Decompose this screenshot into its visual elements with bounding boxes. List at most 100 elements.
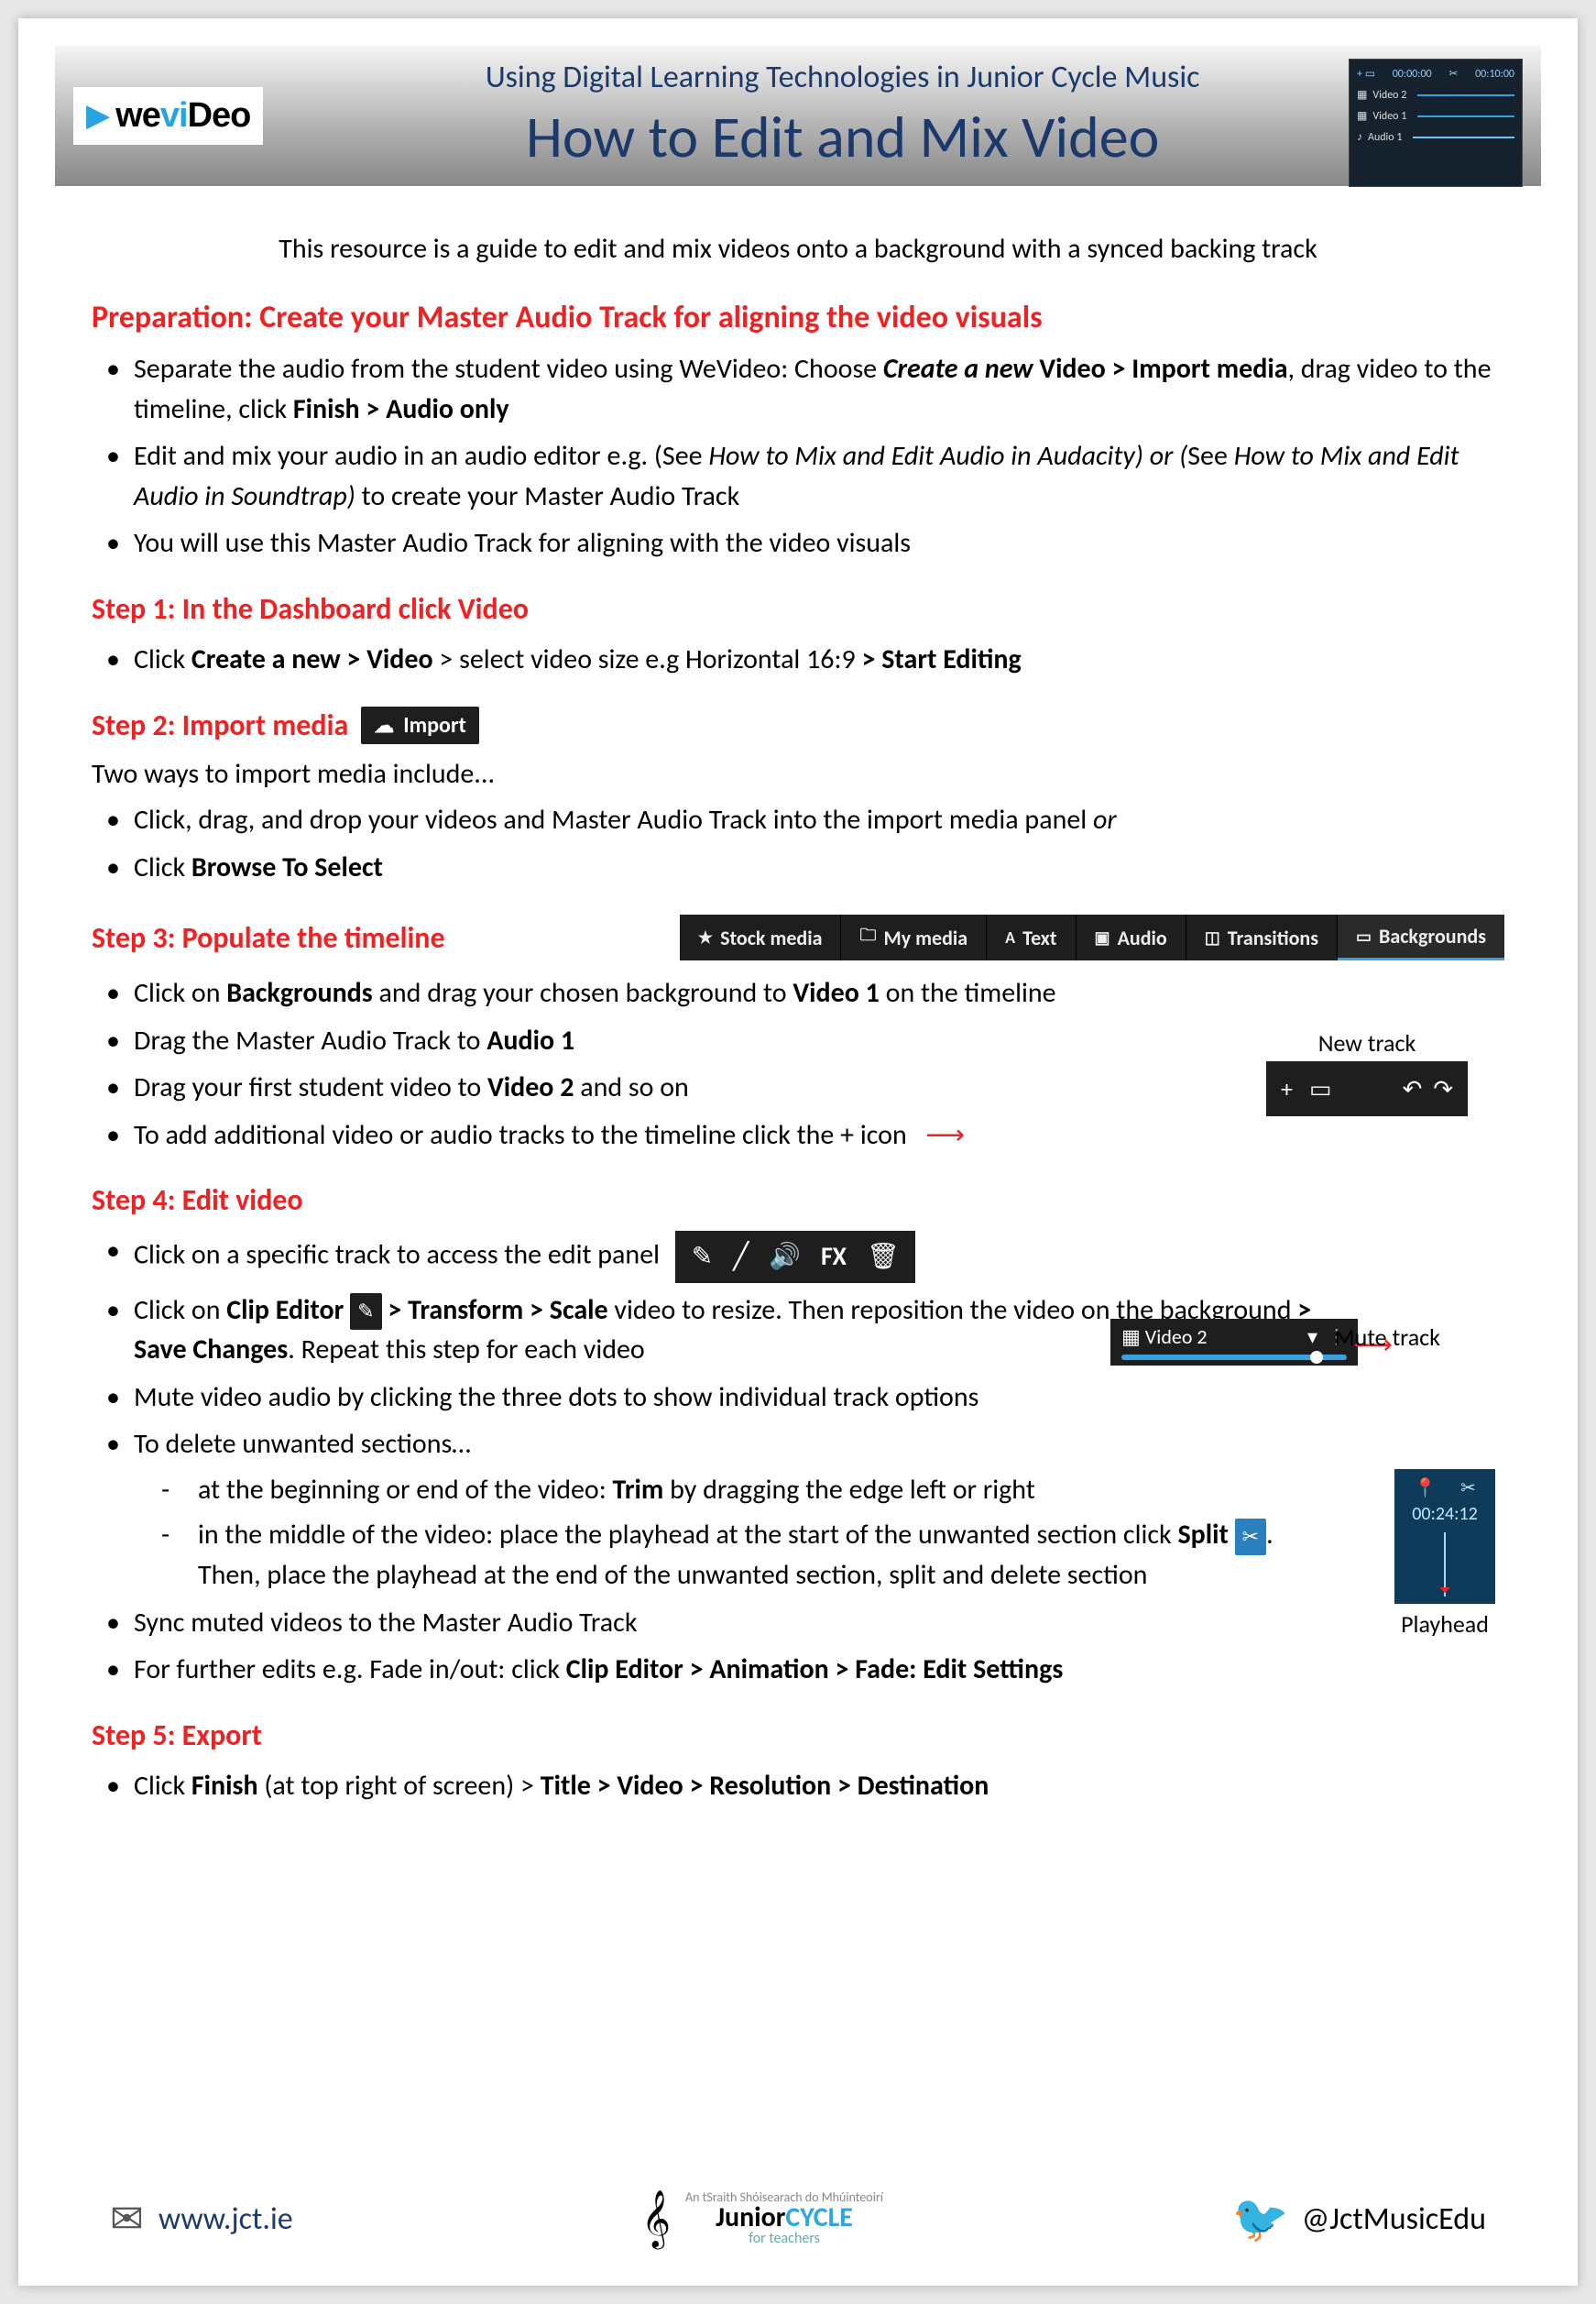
list-item: For further edits e.g. Fade in/out: clic… [134,1650,1319,1690]
prep-list: Separate the audio from the student vide… [92,349,1504,564]
list-item: Click Browse To Select [134,848,1504,888]
logo-we: we [115,96,160,135]
twitter-handle[interactable]: @JctMusicEdu [1302,2200,1486,2238]
media-tabs: ★Stock media 🗀My media AText ▣Audio ◫Tra… [680,915,1504,960]
tab-my-media[interactable]: 🗀My media [841,915,987,960]
clip-editor-icon-button[interactable]: ✎ [350,1293,381,1330]
content: This resource is a guide to edit and mix… [55,186,1541,1831]
list-item: You will use this Master Audio Track for… [134,523,1504,564]
playhead-callout: 📍 ✂ 00:24:12 Playhead [1394,1469,1495,1639]
trash-icon[interactable]: 🗑 [867,1238,900,1276]
section-heading-preparation: Preparation: Create your Master Audio Tr… [92,299,1504,336]
tab-stock-media[interactable]: ★Stock media [680,915,842,960]
cut-icon[interactable]: ╱ [733,1238,749,1276]
edit-panel-toolbar: ✎ ╱ 🔊 FX 🗑 [675,1231,916,1283]
treble-clef-icon: 𝄞 [641,2189,671,2249]
intro-text: This resource is a guide to edit and mix… [92,232,1504,266]
section-heading-step2: Step 2: Import media ☁ Import [92,707,1504,744]
transitions-icon: ◫ [1205,927,1220,948]
track-layout-icon[interactable]: ▭ [1309,1074,1332,1103]
track-icon: ▦ [1121,1324,1141,1349]
list-item: Click on a specific track to access the … [134,1231,1319,1283]
logo-deo: Deo [188,96,251,135]
timecode-right: 00:10:00 [1475,68,1514,81]
list-item: Click Create a new > Video > select vide… [134,640,1504,680]
jc-sub: for teachers [749,2232,820,2246]
playhead-line [1444,1532,1446,1596]
footer-jc-logo: 𝄞 An tSraith Shóisearach do Mhúinteoirí … [641,2189,883,2249]
step1-list: Click Create a new > Video > select vide… [92,640,1504,680]
website-link[interactable]: www.jct.ie [159,2200,293,2238]
add-track-button[interactable]: + [1281,1074,1293,1103]
list-item: To add additional video or audio tracks … [134,1115,1191,1156]
section-heading-step3: Step 3: Populate the timeline ★Stock med… [92,915,1504,960]
section-heading-step1: Step 1: In the Dashboard click Video [92,591,1504,627]
import-button[interactable]: ☁ Import [361,707,479,744]
list-item: Drag the Master Audio Track to Audio 1 [134,1021,1191,1061]
backgrounds-icon: ▭ [1356,927,1372,947]
scissors-icon: ✂ [1460,1476,1476,1499]
mute-track-label: Mute track [1334,1324,1440,1351]
footer-website: ✉ www.jct.ie [110,2194,293,2244]
fx-icon[interactable]: FX [821,1238,847,1276]
scissors-icon: ✂ [1448,67,1458,81]
section-heading-step4: Step 4: Edit video [92,1182,1504,1218]
new-track-label: New track [1318,1028,1416,1058]
undo-button[interactable]: ↶ [1403,1074,1423,1103]
new-track-callout: New track + ▭ ↶ ↷ [1266,1028,1468,1116]
header-banner: ▶ weviDeo Using Digital Learning Technol… [55,46,1541,186]
step3-heading-text: Step 3: Populate the timeline [92,920,445,956]
tab-text[interactable]: AText [987,915,1076,960]
thumb-track: ▦ Video 2 [1357,88,1514,102]
list-item: Drag your first student video to Video 2… [134,1068,1191,1108]
banner-titles: Using Digital Learning Technologies in J… [290,59,1523,173]
tab-audio[interactable]: ▣Audio [1077,915,1186,960]
section-heading-step5: Step 5: Export [92,1717,1504,1753]
list-item: in the middle of the video: place the pl… [198,1515,1319,1595]
tab-backgrounds[interactable]: ▭Backgrounds [1338,915,1504,960]
step2-note: Two ways to import media include... [92,757,1504,791]
playhead-label: Playhead [1401,1609,1489,1639]
redo-button[interactable]: ↷ [1433,1074,1453,1103]
footer-twitter: 🐦 @JctMusicEdu [1231,2191,1486,2247]
page: ▶ weviDeo Using Digital Learning Technol… [18,18,1578,2286]
list-item: Edit and mix your audio in an audio edit… [134,436,1504,516]
arrow-icon: ⟶ [925,1118,965,1152]
thumb-track: ▦ Video 1 [1357,109,1514,123]
list-item: Sync muted videos to the Master Audio Tr… [134,1603,1319,1643]
playhead-box: 📍 ✂ 00:24:12 [1394,1469,1495,1604]
wevideo-logo: ▶ weviDeo [73,87,263,145]
mail-icon: ✉ [110,2194,144,2244]
tab-transitions[interactable]: ◫Transitions [1186,915,1338,960]
volume-icon[interactable]: 🔊 [769,1238,801,1276]
new-track-toolbar: + ▭ ↶ ↷ [1266,1061,1468,1116]
play-icon: ▶ [86,97,110,135]
plus-icon: + ▭ [1357,67,1375,81]
twitter-icon: 🐦 [1231,2191,1288,2247]
volume-slider[interactable] [1121,1355,1347,1360]
step2-heading-text: Step 2: Import media [92,708,348,743]
logo-text: weviDeo [115,96,250,136]
list-item: at the beginning or end of the video: Tr… [198,1470,1319,1510]
clip-editor-icon[interactable]: ✎ [692,1238,713,1276]
folder-icon: 🗀 [859,924,876,951]
step5-list: Click Finish (at top right of screen) > … [92,1766,1504,1806]
step2-list: Click, drag, and drop your videos and Ma… [92,800,1504,887]
track-name: Video 2 [1145,1324,1208,1349]
cloud-upload-icon: ☁ [374,713,394,738]
playhead-timecode: 00:24:12 [1402,1503,1488,1525]
import-label: Import [403,712,466,739]
audio-icon: ▣ [1095,927,1110,948]
list-item: Mute video audio by clicking the three d… [134,1377,1319,1418]
timeline-thumbnail: + ▭ 00:00:00 ✂ 00:10:00 ▦ Video 2 ▦ Vide… [1349,59,1523,187]
logo-vi: vi [160,96,188,135]
track-options-callout: ▦ Video 2 ▾ ⋮ ⟶ Mute track [1110,1319,1358,1366]
track-chip: ▦ Video 2 ▾ ⋮ [1110,1319,1358,1366]
star-icon: ★ [698,927,713,948]
marker-icon: 📍 [1414,1476,1437,1499]
chevron-down-icon[interactable]: ▾ [1307,1324,1317,1349]
list-item: Click on Backgrounds and drag your chose… [134,973,1191,1014]
split-icon-button[interactable]: ✂ [1235,1519,1266,1555]
list-item: Click Finish (at top right of screen) > … [134,1766,1504,1806]
banner-title: How to Edit and Mix Video [290,102,1394,173]
